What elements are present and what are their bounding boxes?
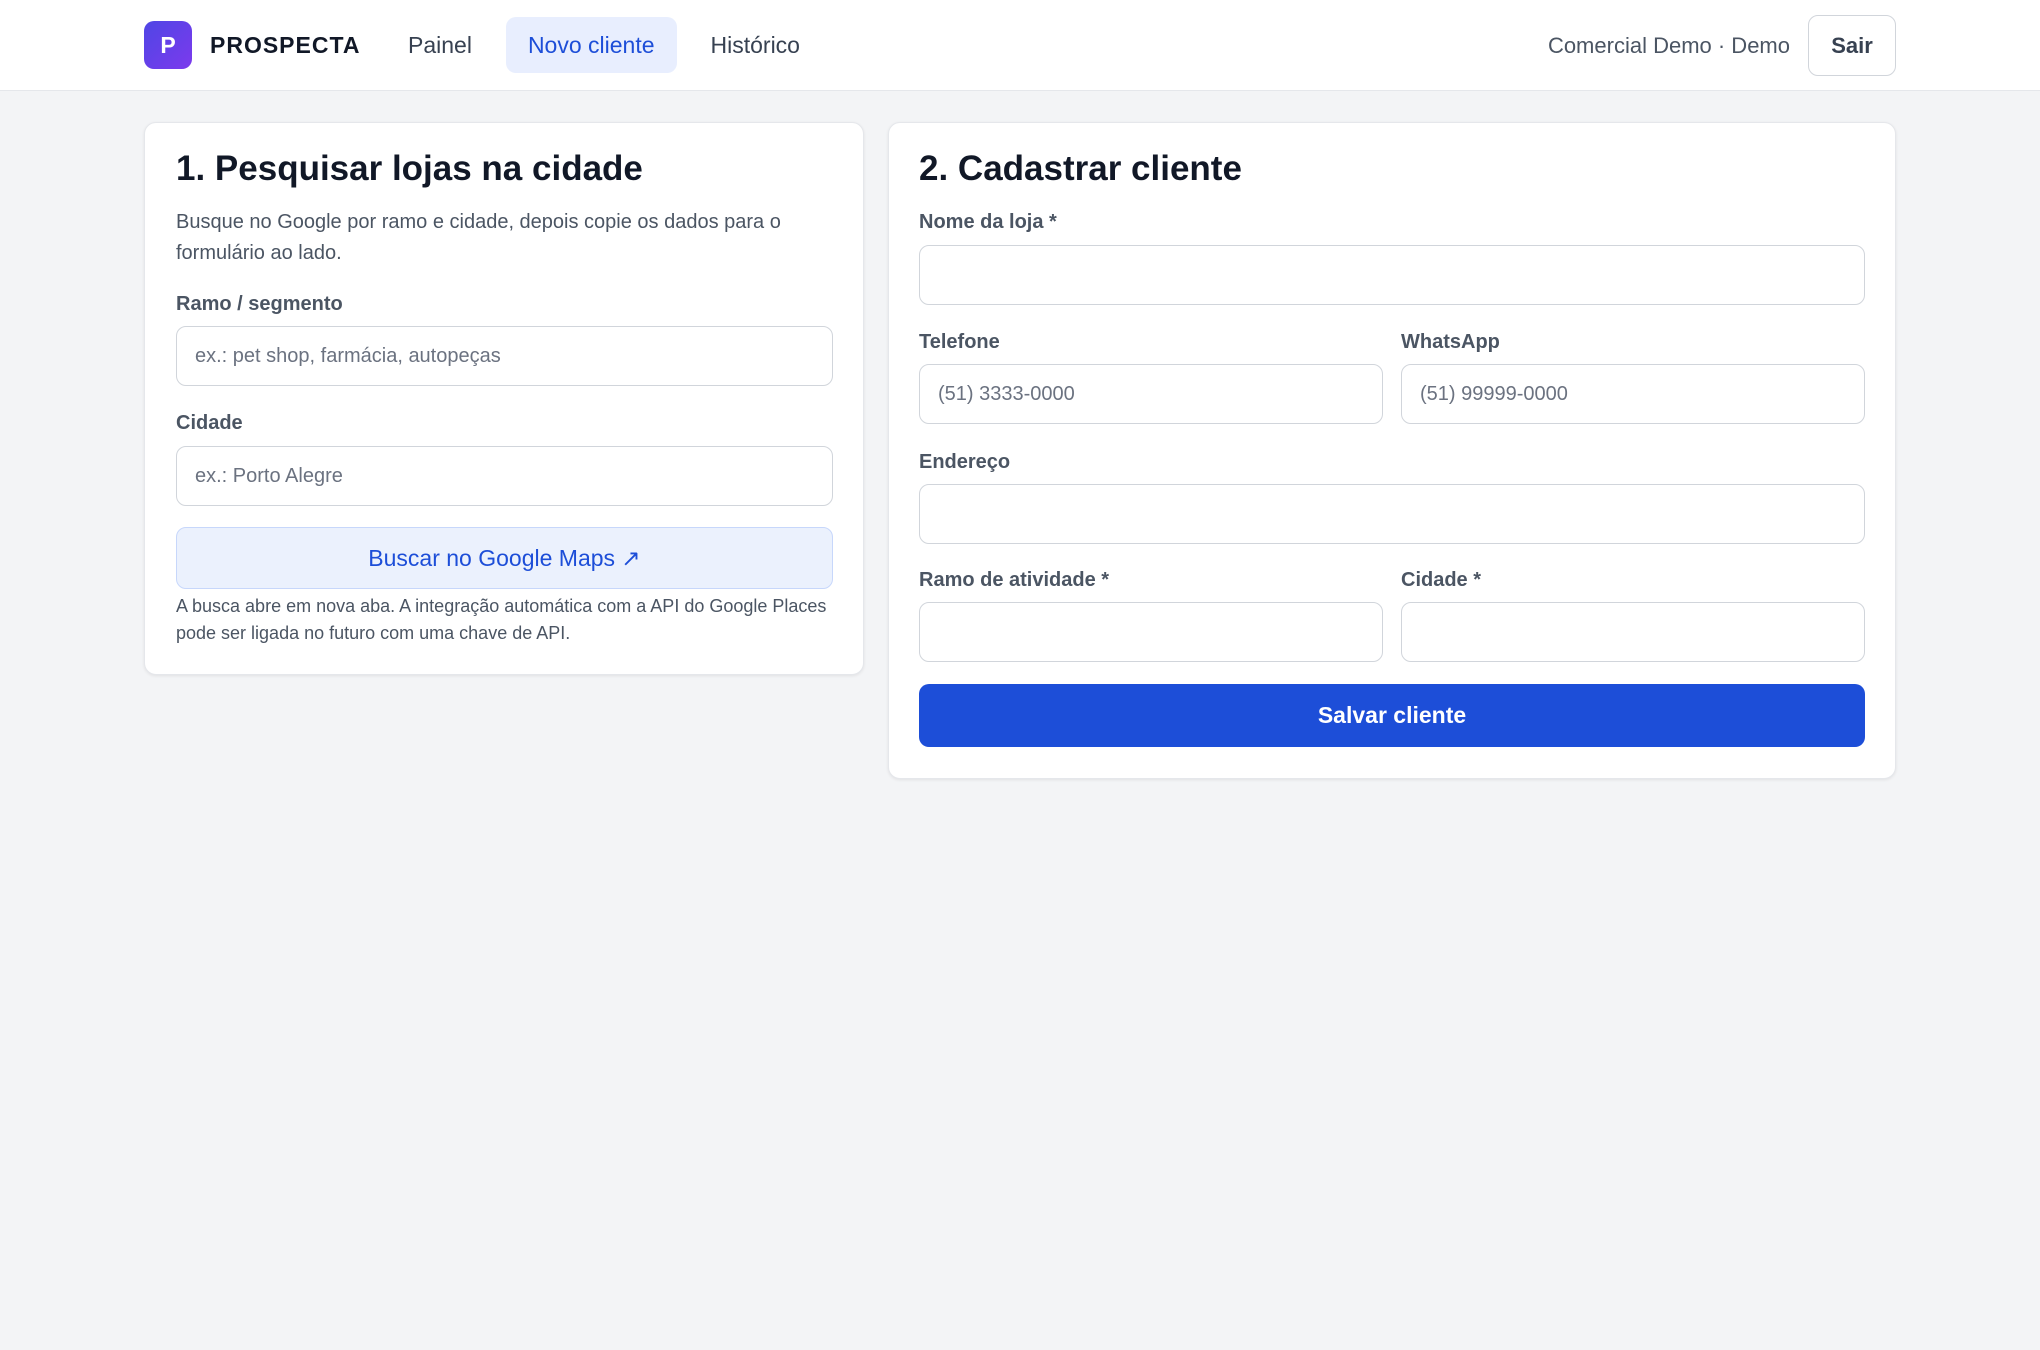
brand[interactable]: P PROSPECTA — [144, 21, 360, 69]
phone-input[interactable] — [919, 364, 1383, 424]
nav-item-novo-cliente[interactable]: Novo cliente — [505, 17, 677, 73]
segment-input[interactable] — [176, 326, 833, 386]
search-stores-card: 1. Pesquisar lojas na cidade Busque no G… — [144, 122, 864, 675]
search-card-description: Busque no Google por ramo e cidade, depo… — [176, 211, 781, 264]
nav-item-painel[interactable]: Painel — [386, 17, 494, 73]
client-form-title: 2. Cadastrar cliente — [919, 149, 1242, 188]
store-name-label: Nome da loja * — [919, 211, 1057, 233]
logout-button[interactable]: Sair — [1808, 15, 1896, 76]
city-search-label: Cidade — [176, 412, 243, 434]
user-label: Comercial Demo · Demo — [1547, 32, 1790, 58]
user-area: Comercial Demo · Demo Sair — [1548, 15, 1896, 76]
google-maps-search-button[interactable]: Buscar no Google Maps ↗ — [176, 527, 833, 589]
save-client-button[interactable]: Salvar cliente — [919, 684, 1865, 747]
address-label: Endereço — [919, 451, 1011, 473]
activity-input[interactable] — [919, 602, 1383, 662]
city-search-input[interactable] — [176, 446, 833, 506]
address-input[interactable] — [919, 484, 1865, 544]
nav-item-historico[interactable]: Histórico — [689, 17, 822, 73]
main-nav: Painel Novo cliente Histórico — [386, 17, 822, 73]
store-name-input[interactable] — [919, 245, 1865, 305]
logo-icon: P — [144, 21, 192, 69]
top-navigation-bar: P PROSPECTA Painel Novo cliente Históric… — [0, 0, 2040, 91]
city-label: Cidade * — [1401, 569, 1482, 591]
city-input[interactable] — [1401, 602, 1865, 662]
search-note: A busca abre em nova aba. A integração a… — [176, 596, 827, 643]
client-form-card: 2. Cadastrar cliente Nome da loja * Tele… — [888, 122, 1896, 779]
brand-name: PROSPECTA — [210, 31, 361, 58]
segment-label: Ramo / segmento — [176, 293, 343, 315]
activity-label: Ramo de atividade * — [919, 569, 1110, 591]
search-card-title: 1. Pesquisar lojas na cidade — [176, 149, 643, 188]
whatsapp-label: WhatsApp — [1401, 331, 1500, 353]
phone-label: Telefone — [919, 331, 1000, 353]
whatsapp-input[interactable] — [1401, 364, 1865, 424]
